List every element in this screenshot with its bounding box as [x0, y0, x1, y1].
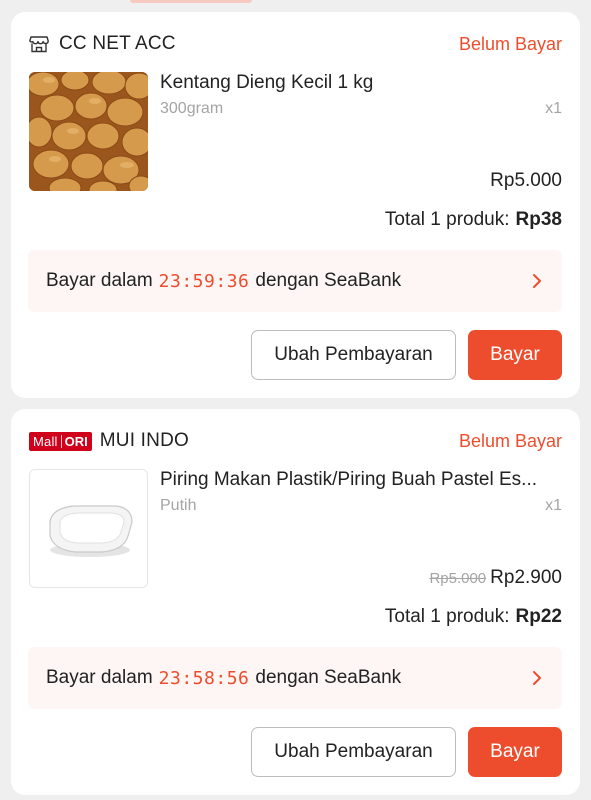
store-icon	[29, 34, 51, 54]
total-amount: Rp22	[515, 606, 562, 627]
order-card: CC NET ACC Belum Bayar Kentang Dieng Kec…	[11, 12, 580, 398]
product-variant: Putih	[160, 497, 197, 514]
chevron-right-icon	[530, 670, 544, 686]
product-image[interactable]	[29, 469, 148, 588]
payment-method: dengan SeaBank	[255, 270, 402, 291]
tab-indicator	[130, 0, 252, 3]
product-name[interactable]: Kentang Dieng Kecil 1 kg	[160, 72, 562, 94]
order-total: Total 1 produk: Rp38	[385, 209, 562, 231]
shop-header[interactable]: Mall ORI MUI INDO Belum Bayar	[29, 427, 562, 455]
shop-header[interactable]: CC NET ACC Belum Bayar	[29, 30, 562, 58]
pay-button[interactable]: Bayar	[468, 727, 562, 777]
chevron-right-icon	[530, 273, 544, 289]
product-quantity: x1	[545, 497, 562, 514]
payment-countdown-bar[interactable]: Bayar dalam 23:59:36 dengan SeaBank	[28, 250, 562, 312]
payment-prefix: Bayar dalam	[46, 270, 153, 291]
product-variant: 300gram	[160, 100, 224, 117]
product-image[interactable]	[29, 72, 148, 191]
product-quantity: x1	[545, 100, 562, 117]
payment-countdown-bar[interactable]: Bayar dalam 23:58:56 dengan SeaBank	[28, 647, 562, 709]
product-price: Rp2.900	[490, 567, 562, 588]
order-status: Belum Bayar	[458, 33, 562, 54]
order-status: Belum Bayar	[458, 430, 562, 451]
payment-method: dengan SeaBank	[255, 667, 402, 688]
product-name[interactable]: Piring Makan Plastik/Piring Buah Pastel …	[160, 469, 562, 491]
badge-divider	[60, 434, 62, 448]
order-total: Total 1 produk: Rp22	[385, 606, 562, 628]
change-payment-button[interactable]: Ubah Pembayaran	[251, 727, 456, 777]
original-price: Rp5.000	[429, 570, 487, 587]
badge-ori-label: ORI	[64, 433, 88, 449]
mall-ori-badge: Mall ORI	[29, 431, 92, 451]
shop-name: CC NET ACC	[59, 33, 176, 54]
price-row: Rp5.000	[490, 170, 562, 192]
pay-button[interactable]: Bayar	[468, 330, 562, 380]
payment-prefix: Bayar dalam	[46, 667, 153, 688]
shop-name: MUI INDO	[99, 430, 189, 451]
badge-mall-label: Mall	[33, 433, 58, 449]
payment-timer: 23:59:36	[158, 270, 250, 292]
order-card: Mall ORI MUI INDO Belum Bayar Piring Mak…	[11, 409, 580, 795]
product-price: Rp5.000	[490, 170, 562, 191]
total-label: Total 1 produk:	[384, 209, 510, 230]
total-label: Total 1 produk:	[384, 606, 510, 627]
price-row: Rp5.000 Rp2.900	[429, 567, 562, 589]
payment-timer: 23:58:56	[158, 667, 250, 689]
change-payment-button[interactable]: Ubah Pembayaran	[251, 330, 456, 380]
total-amount: Rp38	[515, 209, 562, 230]
